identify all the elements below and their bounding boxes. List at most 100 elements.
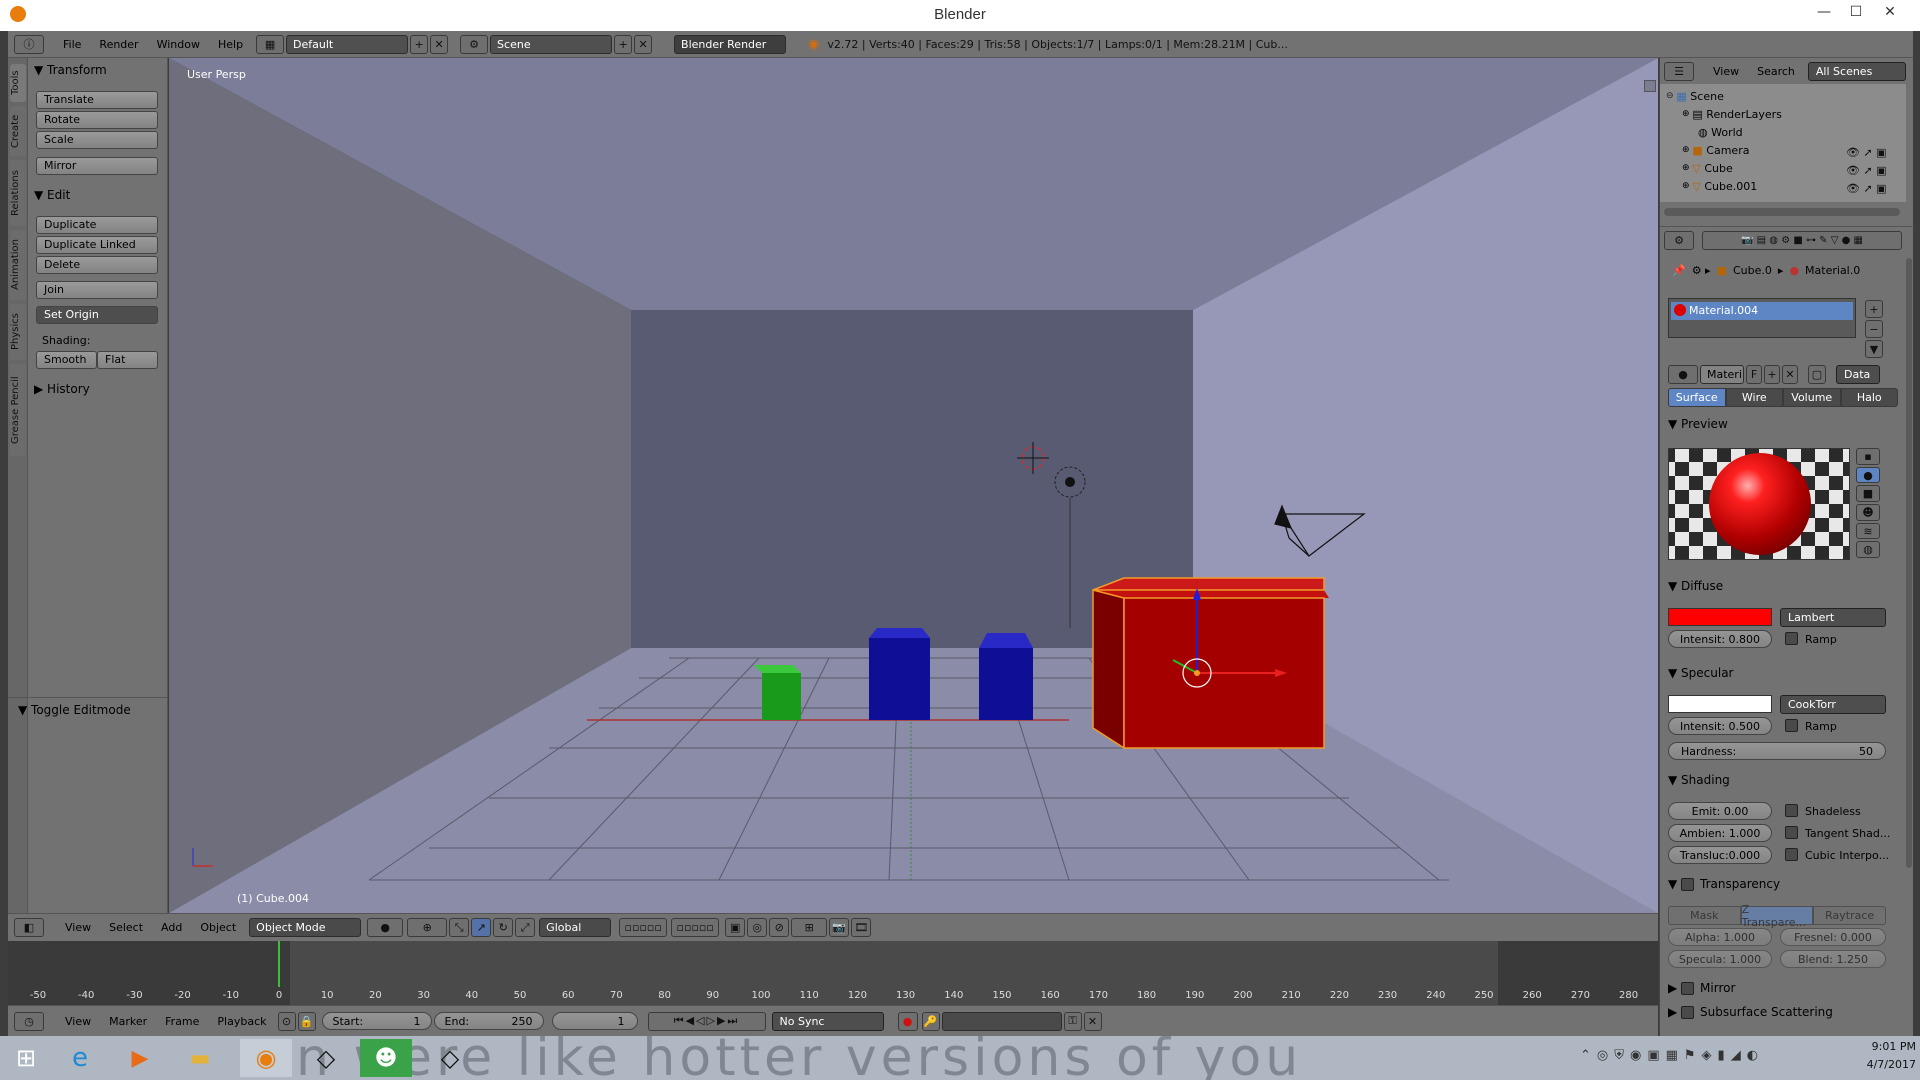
- specular-intensity-field[interactable]: Intensit: 0.500: [1668, 717, 1772, 735]
- internet-explorer-icon[interactable]: e: [54, 1039, 106, 1077]
- menu-timeline-view[interactable]: View: [56, 1015, 100, 1028]
- preview-sphere-icon[interactable]: ●: [1856, 466, 1880, 484]
- mode-raytrace[interactable]: Raytrace: [1813, 906, 1887, 925]
- tab-create[interactable]: Create: [10, 106, 26, 156]
- specular-ramp-checkbox[interactable]: [1785, 719, 1798, 732]
- tab-surface[interactable]: Surface: [1668, 388, 1726, 407]
- editor-type-properties-icon[interactable]: ⚙: [1664, 231, 1694, 250]
- shadeless-checkbox[interactable]: [1785, 804, 1798, 817]
- insert-keyframe-icon[interactable]: ⚿: [1063, 1011, 1082, 1031]
- preview-range-icon[interactable]: ⊙: [277, 1011, 296, 1031]
- material-slot-list[interactable]: Material.004: [1668, 298, 1856, 338]
- specular-color-swatch[interactable]: [1668, 695, 1772, 713]
- duplicate-button[interactable]: Duplicate: [36, 216, 158, 234]
- history-panel-header[interactable]: ▶ History: [30, 379, 166, 399]
- menu-object[interactable]: Object: [191, 921, 245, 934]
- tab-grease-pencil[interactable]: Grease Pencil: [10, 364, 26, 456]
- translate-manipulator-icon[interactable]: ↗: [471, 918, 492, 937]
- transparency-panel-header[interactable]: ▼ Transparency: [1668, 874, 1904, 894]
- add-layout-icon[interactable]: +: [410, 34, 429, 54]
- mode-dropdown[interactable]: Object Mode: [249, 918, 362, 937]
- preview-monkey-icon[interactable]: ☻: [1856, 504, 1880, 521]
- preview-flat-icon[interactable]: ▪: [1856, 448, 1880, 465]
- blender-taskbar-icon[interactable]: ◉: [240, 1039, 292, 1077]
- flat-button[interactable]: Flat: [97, 351, 158, 369]
- nodes-icon[interactable]: ▢: [1808, 364, 1826, 384]
- menu-select[interactable]: Select: [100, 921, 152, 934]
- sync-dropdown[interactable]: No Sync: [771, 1011, 884, 1031]
- hardness-field[interactable]: Hardness: 50: [1668, 742, 1886, 760]
- current-frame-field[interactable]: 1: [551, 1012, 638, 1030]
- visibility-toggles[interactable]: 👁 ➚ ▣ 👁 ➚ ▣ 👁 ➚ ▣: [1846, 144, 1887, 198]
- menu-frame[interactable]: Frame: [156, 1015, 208, 1028]
- material-name-field[interactable]: Materi: [1700, 364, 1744, 384]
- tab-relations[interactable]: Relations: [10, 160, 26, 226]
- file-explorer-icon[interactable]: ▬: [174, 1039, 226, 1077]
- lock-range-icon[interactable]: 🔒: [297, 1011, 316, 1031]
- scene-icon[interactable]: ⚙: [460, 34, 489, 54]
- menu-marker[interactable]: Marker: [100, 1015, 156, 1028]
- preview-cube-icon[interactable]: ■: [1856, 485, 1880, 503]
- duplicate-linked-button[interactable]: Duplicate Linked: [36, 236, 158, 254]
- editor-type-timeline-icon[interactable]: ◷: [14, 1011, 44, 1031]
- scale-manipulator-icon[interactable]: ⤢: [515, 918, 536, 937]
- fake-user-button[interactable]: F: [1746, 364, 1762, 384]
- cubic-interpolation-checkbox[interactable]: [1785, 848, 1798, 861]
- toggle-editmode-header[interactable]: ▼ Toggle Editmode: [14, 700, 150, 720]
- specular-alpha-field[interactable]: Specula: 1.000: [1668, 950, 1772, 968]
- diffuse-panel-header[interactable]: ▼ Diffuse: [1668, 576, 1904, 596]
- unity-icon[interactable]: ◇: [300, 1039, 352, 1077]
- alpha-field[interactable]: Alpha: 1.000: [1668, 928, 1772, 946]
- join-button[interactable]: Join: [36, 281, 158, 299]
- translate-button[interactable]: Translate: [36, 91, 158, 109]
- outliner-item-renderlayers[interactable]: ⊕ ▤ RenderLayers: [1682, 104, 1918, 124]
- add-scene-icon[interactable]: +: [614, 34, 633, 54]
- emit-field[interactable]: Emit: 0.00: [1668, 802, 1772, 820]
- diffuse-intensity-field[interactable]: Intensit: 0.800: [1668, 630, 1772, 648]
- outliner-menu-search[interactable]: Search: [1748, 65, 1804, 78]
- set-origin-dropdown[interactable]: Set Origin: [36, 306, 158, 324]
- new-material-icon[interactable]: +: [1764, 364, 1780, 384]
- scene-field[interactable]: Scene: [490, 34, 613, 54]
- media-player-icon[interactable]: ▶: [114, 1039, 166, 1077]
- edit-panel-header[interactable]: ▼ Edit: [30, 185, 166, 205]
- 3d-viewport[interactable]: User Persp (1) Cube.004: [169, 58, 1658, 913]
- menu-help[interactable]: Help: [209, 38, 252, 51]
- pivot-icon[interactable]: ⊕: [407, 918, 448, 937]
- lock-camera-icon[interactable]: ▣: [725, 918, 746, 937]
- transparency-checkbox[interactable]: [1681, 877, 1695, 891]
- render-engine-dropdown[interactable]: Blender Render: [674, 34, 787, 54]
- ambient-field[interactable]: Ambien: 1.000: [1668, 824, 1772, 842]
- add-slot-icon[interactable]: +: [1865, 300, 1883, 318]
- red-cube-selected[interactable]: [1092, 577, 1329, 750]
- slot-menu-icon[interactable]: ▼: [1865, 340, 1883, 358]
- mirror-checkbox[interactable]: [1681, 981, 1695, 995]
- properties-context-tabs[interactable]: 📷 ▤ ◍ ⚙ ■ ⊶ ✎ ▽ ● ▦: [1702, 231, 1902, 250]
- diffuse-ramp-checkbox[interactable]: [1785, 632, 1798, 645]
- material-slot-item[interactable]: Material.004: [1671, 302, 1853, 320]
- sss-panel-header[interactable]: ▶ Subsurface Scattering: [1668, 1002, 1904, 1022]
- remove-layout-icon[interactable]: ✕: [430, 34, 449, 54]
- smooth-button[interactable]: Smooth: [36, 351, 97, 369]
- outliner-filter-dropdown[interactable]: All Scenes: [1807, 61, 1906, 81]
- mirror-panel-header[interactable]: ▶ Mirror: [1668, 978, 1904, 998]
- snap-element-icon[interactable]: ⊞: [791, 918, 828, 937]
- shading-panel-header[interactable]: ▼ Shading: [1668, 770, 1904, 790]
- menu-playback[interactable]: Playback: [208, 1015, 275, 1028]
- menu-window[interactable]: Window: [148, 38, 209, 51]
- system-tray-icons[interactable]: ⌃◎⛨◉▣▦⚑◈▮◢◐: [1580, 1048, 1764, 1063]
- unlink-material-icon[interactable]: ✕: [1782, 364, 1798, 384]
- app-cat-icon[interactable]: ☻: [360, 1039, 412, 1077]
- blend-field[interactable]: Blend: 1.250: [1780, 950, 1886, 968]
- blue-cube-1[interactable]: [869, 628, 930, 720]
- tab-physics[interactable]: Physics: [10, 304, 26, 360]
- keying-set-icon[interactable]: 🔑: [921, 1011, 940, 1031]
- delete-button[interactable]: Delete: [36, 256, 158, 274]
- unity-icon-2[interactable]: ◇: [424, 1039, 476, 1077]
- opengl-render-icon[interactable]: 📷: [829, 918, 850, 937]
- mirror-button[interactable]: Mirror: [36, 157, 158, 175]
- orientation-dropdown[interactable]: Global: [539, 918, 612, 937]
- tangent-shading-checkbox[interactable]: [1785, 826, 1798, 839]
- tab-animation[interactable]: Animation: [10, 230, 26, 300]
- playback-controls[interactable]: ⏮◀◁▷▶⏭: [647, 1011, 766, 1031]
